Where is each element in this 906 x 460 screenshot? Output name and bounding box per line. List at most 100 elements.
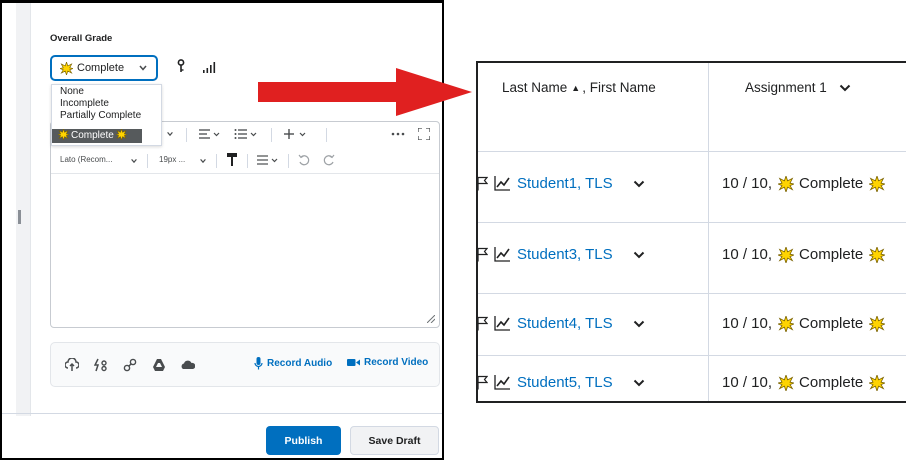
chevron-down-icon[interactable] — [633, 251, 645, 259]
callout-arrow — [258, 68, 472, 116]
student-name-link[interactable]: Student1, TLS — [517, 175, 613, 192]
rail-grip-handle[interactable] — [18, 210, 21, 224]
complete-burst-icon — [778, 374, 795, 391]
student-name-cell: Student3, TLS — [478, 223, 709, 294]
assignment-header-label: Assignment 1 — [745, 80, 827, 95]
grade-scheme-select[interactable]: Complete — [50, 55, 158, 81]
chevron-down-icon[interactable] — [633, 379, 645, 387]
record-audio-label: Record Audio — [267, 358, 333, 369]
sort-ascending-icon: ▲ — [571, 82, 581, 93]
dropdown-option-complete-label: Complete — [71, 130, 114, 141]
chevron-down-icon[interactable] — [839, 84, 851, 92]
format-painter-icon[interactable] — [227, 153, 237, 166]
student-name-link[interactable]: Student4, TLS — [517, 315, 613, 332]
overall-grade-label: Overall Grade — [50, 33, 113, 44]
google-drive-icon[interactable] — [152, 358, 166, 372]
grade-scheme-dropdown: None Incomplete Partially Complete Compl… — [51, 84, 162, 146]
dropdown-option-partially-complete[interactable]: Partially Complete — [60, 110, 141, 122]
quicklink-icon[interactable] — [94, 358, 108, 372]
record-video-label: Record Video — [364, 357, 429, 368]
grade-scheme-symbol: Complete — [799, 246, 864, 263]
resize-handle-icon[interactable] — [427, 315, 435, 323]
toolbar-divider — [51, 173, 439, 174]
complete-burst-icon — [778, 315, 795, 332]
complete-burst-icon — [778, 246, 795, 263]
grade-scheme-symbol: Complete — [799, 315, 864, 332]
column-header-assignment[interactable]: Assignment 1 — [708, 63, 906, 151]
font-family-select[interactable]: Lato (Recom... — [60, 155, 112, 164]
grade-score: 10 / 10, — [722, 246, 773, 263]
list-icon[interactable] — [234, 128, 258, 140]
chevron-down-icon — [139, 65, 147, 71]
assignment-grade-cell[interactable]: 10 / 10, Complete — [708, 223, 906, 294]
more-options-icon[interactable] — [391, 132, 405, 136]
grade-score: 10 / 10, — [722, 175, 773, 192]
grade-scheme-symbol: Complete — [799, 175, 864, 192]
last-name-header[interactable]: Last Name — [502, 80, 567, 95]
complete-burst-icon — [869, 246, 886, 263]
complete-burst-icon — [869, 175, 886, 192]
complete-burst-icon — [869, 315, 886, 332]
link-icon[interactable] — [123, 358, 137, 372]
user-progress-icon[interactable] — [494, 316, 510, 331]
key-icon[interactable] — [176, 59, 186, 73]
redo-icon[interactable] — [323, 154, 335, 166]
flag-icon[interactable] — [478, 375, 488, 390]
publish-button[interactable]: Publish — [266, 426, 341, 455]
grade-scheme-symbol: Complete — [799, 374, 864, 391]
student-name-cell: Student4, TLS — [478, 294, 709, 356]
complete-burst-icon — [115, 129, 127, 140]
student-name-link[interactable]: Student5, TLS — [517, 374, 613, 391]
record-audio-button[interactable]: Record Audio — [254, 357, 332, 370]
chevron-down-icon[interactable] — [633, 180, 645, 188]
grade-score: 10 / 10, — [722, 315, 773, 332]
column-header-name[interactable]: Last Name ▲ , First Name — [478, 63, 709, 151]
onedrive-cloud-icon[interactable] — [181, 358, 195, 372]
user-progress-icon[interactable] — [494, 176, 510, 191]
video-camera-icon — [347, 359, 360, 366]
chevron-down-icon — [131, 159, 137, 164]
undo-icon[interactable] — [298, 154, 310, 166]
font-size-select[interactable]: 19px ... — [159, 155, 185, 164]
feedback-editor[interactable]: Lato (Recom... 19px ... — [50, 121, 440, 328]
save-draft-button[interactable]: Save Draft — [350, 426, 439, 455]
footer-divider — [2, 413, 442, 414]
grade-score: 10 / 10, — [722, 374, 773, 391]
dropdown-option-incomplete[interactable]: Incomplete — [60, 98, 109, 110]
table-row: Student1, TLS 10 / 10, Complete — [478, 151, 906, 223]
upload-icon[interactable] — [65, 358, 79, 372]
complete-burst-icon — [869, 374, 886, 391]
chevron-down-icon — [200, 159, 206, 164]
line-spacing-icon[interactable] — [257, 154, 279, 166]
student-name-cell: Student1, TLS — [478, 152, 709, 223]
microphone-icon — [254, 357, 263, 370]
complete-burst-icon — [60, 61, 73, 75]
dropdown-option-none[interactable]: None — [60, 86, 84, 98]
assignment-grade-cell[interactable]: 10 / 10, Complete — [708, 356, 906, 401]
flag-icon[interactable] — [478, 176, 488, 191]
insert-plus-icon[interactable] — [284, 128, 308, 140]
user-progress-icon[interactable] — [494, 247, 510, 262]
flag-icon[interactable] — [478, 316, 488, 331]
complete-burst-icon — [778, 175, 795, 192]
user-progress-icon[interactable] — [494, 375, 510, 390]
record-video-button[interactable]: Record Video — [347, 357, 428, 368]
chevron-down-icon[interactable] — [166, 130, 174, 138]
dropdown-option-complete[interactable]: Complete — [52, 129, 142, 143]
assignment-grade-cell[interactable]: 10 / 10, Complete — [708, 152, 906, 223]
flag-icon[interactable] — [478, 247, 488, 262]
student-name-cell: Student5, TLS — [478, 356, 709, 401]
first-name-header[interactable]: , First Name — [582, 80, 656, 95]
table-row: Student3, TLS 10 / 10, Complete — [478, 222, 906, 294]
student-name-link[interactable]: Student3, TLS — [517, 246, 613, 263]
gradebook-table: Last Name ▲ , First Name Assignment 1 St… — [476, 61, 906, 403]
complete-burst-icon — [58, 129, 69, 140]
chevron-down-icon[interactable] — [633, 320, 645, 328]
editor-toolbar-format: Lato (Recom... 19px ... — [51, 148, 439, 172]
table-row: Student4, TLS 10 / 10, Complete — [478, 293, 906, 356]
table-row: Student5, TLS 10 / 10, Complete — [478, 355, 906, 401]
fullscreen-icon[interactable] — [418, 128, 430, 140]
align-icon[interactable] — [199, 128, 221, 140]
assignment-grade-cell[interactable]: 10 / 10, Complete — [708, 294, 906, 356]
statistics-bars-icon[interactable] — [203, 62, 216, 73]
